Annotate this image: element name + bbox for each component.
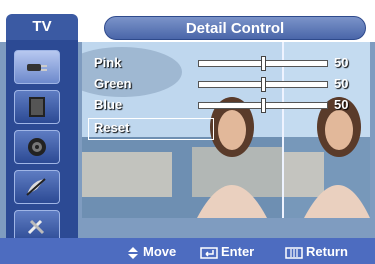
green-value: 50	[334, 76, 349, 91]
page-title: Detail Control	[104, 16, 366, 40]
tv-tab: TV	[6, 14, 78, 40]
pink-value: 50	[334, 55, 349, 70]
enter-hint: Enter	[200, 244, 254, 260]
sidebar-menu	[6, 40, 78, 245]
sidebar-item-picture[interactable]	[14, 90, 60, 124]
enter-key-icon	[200, 246, 218, 259]
menu-item-blue-label[interactable]: Blue	[94, 97, 122, 112]
blue-slider-thumb[interactable]	[260, 98, 266, 113]
menu-item-reset-label[interactable]: Reset	[94, 120, 129, 135]
sidebar-item-channel[interactable]	[14, 170, 60, 204]
menu-item-pink-label[interactable]: Pink	[94, 55, 121, 70]
move-hint: Move	[126, 244, 176, 260]
plug-icon	[27, 64, 47, 71]
preview-photo-right	[284, 42, 370, 218]
up-down-arrow-icon	[128, 246, 138, 259]
green-slider[interactable]	[198, 77, 328, 92]
tools-icon	[27, 219, 45, 235]
satellite-icon	[26, 178, 46, 196]
speaker-icon	[28, 138, 46, 156]
tv-osd-screen: TV Detail Control Pink Green Blue Reset …	[0, 0, 375, 264]
sidebar-item-input[interactable]	[14, 50, 60, 84]
pink-slider[interactable]	[198, 56, 328, 71]
top-bar: TV Detail Control	[0, 0, 375, 42]
enter-hint-label: Enter	[221, 244, 255, 259]
panel-icon	[29, 97, 45, 117]
return-hint-label: Return	[306, 244, 348, 259]
sidebar-item-sound[interactable]	[14, 130, 60, 164]
pink-slider-thumb[interactable]	[260, 56, 266, 71]
menu-item-green-label[interactable]: Green	[94, 76, 132, 91]
move-hint-label: Move	[143, 244, 177, 259]
green-slider-thumb[interactable]	[260, 77, 266, 92]
blue-slider[interactable]	[198, 98, 328, 113]
menu-key-icon	[285, 246, 303, 259]
return-hint: Return	[285, 244, 348, 260]
blue-value: 50	[334, 97, 349, 112]
